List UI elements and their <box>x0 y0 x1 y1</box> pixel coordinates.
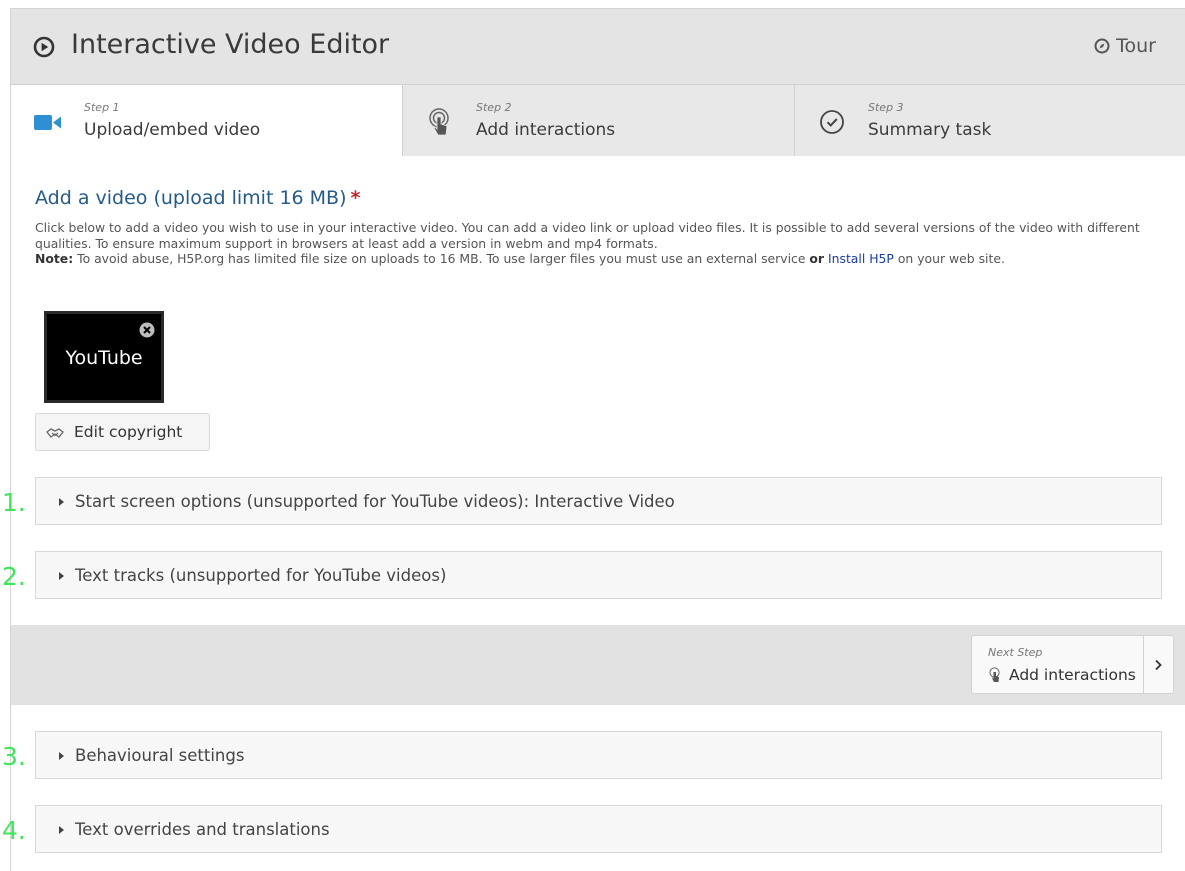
edit-copyright-label: Edit copyright <box>74 423 183 441</box>
video-thumbnail[interactable]: YouTube <box>44 311 164 403</box>
touch-pointer-icon <box>429 108 449 136</box>
install-h5p-link[interactable]: Install H5P <box>828 251 894 266</box>
annotation-number: 2. <box>2 562 26 591</box>
check-circle-icon <box>820 110 844 134</box>
step-navigation-bar: Next Step Add interactions <box>11 625 1185 705</box>
tab-step-2[interactable]: Step 2 Add interactions <box>403 85 795 156</box>
note-or: or <box>809 251 825 266</box>
step-label: Upload/embed video <box>84 120 261 140</box>
caret-right-icon <box>59 498 64 506</box>
caret-right-icon <box>59 752 64 760</box>
editor-frame: Interactive Video Editor Tour Step 1 Upl… <box>2 8 1185 871</box>
touch-pointer-icon <box>989 667 1000 682</box>
behavioural-settings-group[interactable]: 3. Behavioural settings <box>2 731 1162 779</box>
text-overrides-group[interactable]: 4. Text overrides and translations <box>2 805 1162 853</box>
step-number: Step 2 <box>476 101 512 114</box>
next-step-divider <box>1143 636 1144 693</box>
description-text: Click below to add a video you wish to u… <box>35 220 1140 251</box>
video-section-description: Click below to add a video you wish to u… <box>35 220 1165 267</box>
group-label: Text overrides and translations <box>75 820 330 839</box>
step-number: Step 3 <box>868 101 904 114</box>
video-section-title-text: Add a video (upload limit 16 MB) <box>35 187 347 209</box>
play-circle-icon <box>33 36 55 58</box>
step-label: Summary task <box>868 120 992 140</box>
text-tracks-group[interactable]: 2. Text tracks (unsupported for YouTube … <box>2 551 1162 599</box>
editor-title: Interactive Video Editor <box>71 29 390 60</box>
annotation-number: 1. <box>2 488 26 517</box>
tour-label: Tour <box>1116 35 1156 57</box>
remove-video-icon[interactable] <box>139 322 155 338</box>
required-marker: * <box>350 187 361 209</box>
note-text: To avoid abuse, H5P.org has limited file… <box>73 251 810 266</box>
compass-icon <box>1094 38 1110 54</box>
annotation-number: 4. <box>2 816 26 845</box>
caret-right-icon <box>59 826 64 834</box>
next-step-button[interactable]: Next Step Add interactions <box>971 635 1174 694</box>
next-step-caption: Next Step <box>988 646 1043 659</box>
note-end: on your web site. <box>893 251 1005 266</box>
group-label: Text tracks (unsupported for YouTube vid… <box>75 566 447 585</box>
editor-header: Interactive Video Editor Tour <box>11 9 1185 85</box>
group-label: Start screen options (unsupported for Yo… <box>75 492 675 511</box>
tab-step-1[interactable]: Step 1 Upload/embed video <box>11 85 403 156</box>
tab-step-3[interactable]: Step 3 Summary task <box>795 85 1185 156</box>
caret-right-icon <box>59 572 64 580</box>
step-label: Add interactions <box>476 120 616 140</box>
step-number: Step 1 <box>84 101 120 114</box>
chevron-right-icon <box>1155 659 1162 671</box>
handshake-icon <box>46 428 64 438</box>
tour-button[interactable]: Tour <box>1094 35 1156 57</box>
note-label: Note: <box>35 251 74 266</box>
video-section-title: Add a video (upload limit 16 MB) * <box>35 187 360 209</box>
annotation-number: 3. <box>2 742 26 771</box>
next-step-label: Add interactions <box>1009 666 1136 684</box>
video-camera-icon <box>34 115 61 130</box>
start-screen-options-group[interactable]: 1. Start screen options (unsupported for… <box>2 477 1162 525</box>
step-tabs: Step 1 Upload/embed video Step 2 Add int… <box>11 85 1185 156</box>
thumbnail-label: YouTube <box>65 347 143 369</box>
edit-copyright-button[interactable]: Edit copyright <box>35 413 210 451</box>
group-label: Behavioural settings <box>75 746 245 765</box>
